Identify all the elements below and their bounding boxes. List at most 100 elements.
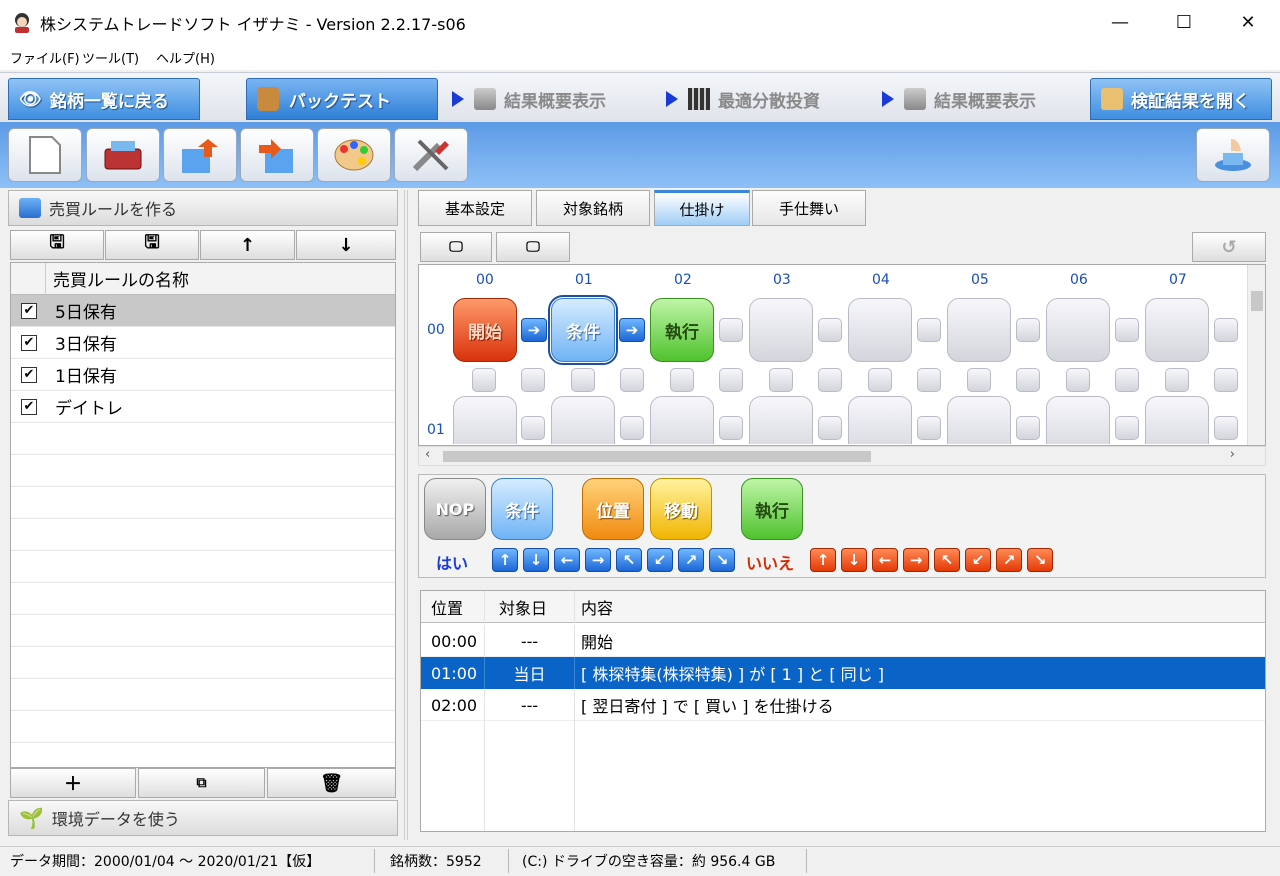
tab-basic-settings[interactable]: 基本設定 xyxy=(418,190,532,226)
empty-connector[interactable] xyxy=(472,368,496,392)
import-button[interactable] xyxy=(240,128,314,182)
palette-position-block[interactable]: 位置 xyxy=(582,478,644,540)
maximize-button[interactable]: ☐ xyxy=(1152,0,1216,44)
empty-connector[interactable] xyxy=(967,368,991,392)
empty-cell[interactable] xyxy=(1145,396,1209,444)
tab-entry[interactable]: 仕掛け xyxy=(654,190,750,226)
toolbox-button[interactable] xyxy=(86,128,160,182)
empty-connector[interactable] xyxy=(1115,416,1139,440)
delete-rule-button[interactable]: 🗑 xyxy=(267,768,396,798)
create-rule-header[interactable]: 売買ルールを作る xyxy=(8,190,398,226)
empty-connector[interactable] xyxy=(1115,368,1139,392)
menu-file[interactable]: ファイル(F) xyxy=(10,48,80,67)
empty-connector[interactable] xyxy=(818,416,842,440)
empty-connector[interactable] xyxy=(818,318,842,342)
empty-cell[interactable] xyxy=(551,396,615,444)
yes-arrow-up-right-icon[interactable]: ↗ xyxy=(678,548,704,572)
grid-vertical-scrollbar[interactable] xyxy=(1247,265,1265,445)
empty-connector[interactable] xyxy=(1016,318,1040,342)
empty-connector[interactable] xyxy=(719,416,743,440)
save-as-button[interactable]: 🖫 xyxy=(105,230,199,260)
palette-button[interactable] xyxy=(317,128,391,182)
yes-arrow-down-icon[interactable]: ↓ xyxy=(523,548,549,572)
empty-connector[interactable] xyxy=(670,368,694,392)
summary-tab-2[interactable]: 結果概要表示 xyxy=(872,78,1086,120)
no-arrow-up-right-icon[interactable]: ↗ xyxy=(996,548,1022,572)
empty-connector[interactable] xyxy=(917,368,941,392)
empty-connector[interactable] xyxy=(719,368,743,392)
run-backtest-button[interactable] xyxy=(1196,128,1270,182)
grid-tool-button-2[interactable]: 🖵 xyxy=(496,232,570,262)
yes-arrow-up-left-icon[interactable]: ↖ xyxy=(616,548,642,572)
environment-data-header[interactable]: 🌱 環境データを使う xyxy=(8,800,398,836)
rule-row[interactable]: ✔ 3日保有 xyxy=(11,327,395,359)
grid-horizontal-scrollbar[interactable]: ‹ › xyxy=(418,446,1266,466)
palette-execute-block[interactable]: 執行 xyxy=(741,478,803,540)
empty-cell[interactable] xyxy=(848,396,912,444)
empty-connector[interactable] xyxy=(719,318,743,342)
no-arrow-left-icon[interactable]: ← xyxy=(872,548,898,572)
add-rule-button[interactable]: ＋ xyxy=(10,768,136,798)
yes-arrow-down-left-icon[interactable]: ↙ xyxy=(647,548,673,572)
empty-connector[interactable] xyxy=(1066,368,1090,392)
empty-connector[interactable] xyxy=(571,368,595,392)
empty-connector[interactable] xyxy=(917,416,941,440)
empty-connector[interactable] xyxy=(521,368,545,392)
execute-block[interactable]: 執行 xyxy=(650,298,714,362)
empty-connector[interactable] xyxy=(1016,416,1040,440)
empty-connector[interactable] xyxy=(769,368,793,392)
rule-row[interactable]: ✔ 1日保有 xyxy=(11,359,395,391)
empty-connector[interactable] xyxy=(868,368,892,392)
empty-cell[interactable] xyxy=(453,396,517,444)
no-arrow-up-left-icon[interactable]: ↖ xyxy=(934,548,960,572)
no-arrow-down-icon[interactable]: ↓ xyxy=(841,548,867,572)
rule-checkbox[interactable]: ✔ xyxy=(21,302,37,319)
yes-arrow-left-icon[interactable]: ← xyxy=(554,548,580,572)
condition-block[interactable]: 条件 xyxy=(548,295,618,365)
save-button[interactable]: 🖫 xyxy=(10,230,104,260)
empty-cell[interactable] xyxy=(947,298,1011,362)
undo-button[interactable]: ↺ xyxy=(1192,232,1266,262)
back-to-list-tab[interactable]: 👁 銘柄一覧に戻る xyxy=(8,78,200,120)
tab-target-stocks[interactable]: 対象銘柄 xyxy=(536,190,650,226)
empty-connector[interactable] xyxy=(917,318,941,342)
minimize-button[interactable]: — xyxy=(1088,0,1152,44)
rule-checkbox[interactable]: ✔ xyxy=(21,334,37,351)
export-button[interactable] xyxy=(163,128,237,182)
arrow-right-icon[interactable]: ➔ xyxy=(619,318,645,342)
menu-help[interactable]: ヘルプ(H) xyxy=(156,48,215,67)
empty-cell[interactable] xyxy=(1046,396,1110,444)
empty-connector[interactable] xyxy=(1214,318,1238,342)
new-rule-button[interactable] xyxy=(8,128,82,182)
start-block[interactable]: 開始 xyxy=(453,298,517,362)
palette-move-block[interactable]: 移動 xyxy=(650,478,712,540)
empty-connector[interactable] xyxy=(1016,368,1040,392)
rule-checkbox[interactable]: ✔ xyxy=(21,366,37,383)
yes-arrow-right-icon[interactable]: → xyxy=(585,548,611,572)
table-row-selected[interactable]: 01:00 当日 [ 株探特集(株探特集) ] が [ 1 ] と [ 同じ ] xyxy=(421,657,1265,689)
table-row[interactable]: 02:00 --- [ 翌日寄付 ] で [ 買い ] を仕掛ける xyxy=(421,689,1265,721)
no-arrow-down-left-icon[interactable]: ↙ xyxy=(965,548,991,572)
move-up-button[interactable]: ↑ xyxy=(200,230,295,260)
summary-tab-1[interactable]: 結果概要表示 xyxy=(442,78,652,120)
empty-cell[interactable] xyxy=(749,396,813,444)
open-results-tab[interactable]: 検証結果を開く xyxy=(1090,78,1272,120)
empty-connector[interactable] xyxy=(818,368,842,392)
grid-tool-button-1[interactable]: 🖵 xyxy=(420,232,492,262)
yes-arrow-down-right-icon[interactable]: ↘ xyxy=(709,548,735,572)
empty-cell[interactable] xyxy=(650,396,714,444)
rule-row[interactable]: ✔ 5日保有 xyxy=(11,295,395,327)
yes-arrow-up-icon[interactable]: ↑ xyxy=(492,548,518,572)
empty-cell[interactable] xyxy=(947,396,1011,444)
tab-exit[interactable]: 手仕舞い xyxy=(752,190,866,226)
close-button[interactable]: ✕ xyxy=(1216,0,1280,44)
rule-checkbox[interactable]: ✔ xyxy=(21,398,37,415)
empty-connector[interactable] xyxy=(620,416,644,440)
empty-connector[interactable] xyxy=(1214,368,1238,392)
empty-cell[interactable] xyxy=(848,298,912,362)
empty-connector[interactable] xyxy=(1165,368,1189,392)
rule-row[interactable]: ✔ デイトレ xyxy=(11,391,395,423)
copy-rule-button[interactable]: ⧉ xyxy=(138,768,265,798)
arrow-right-icon[interactable]: ➔ xyxy=(521,318,547,342)
empty-cell[interactable] xyxy=(1145,298,1209,362)
